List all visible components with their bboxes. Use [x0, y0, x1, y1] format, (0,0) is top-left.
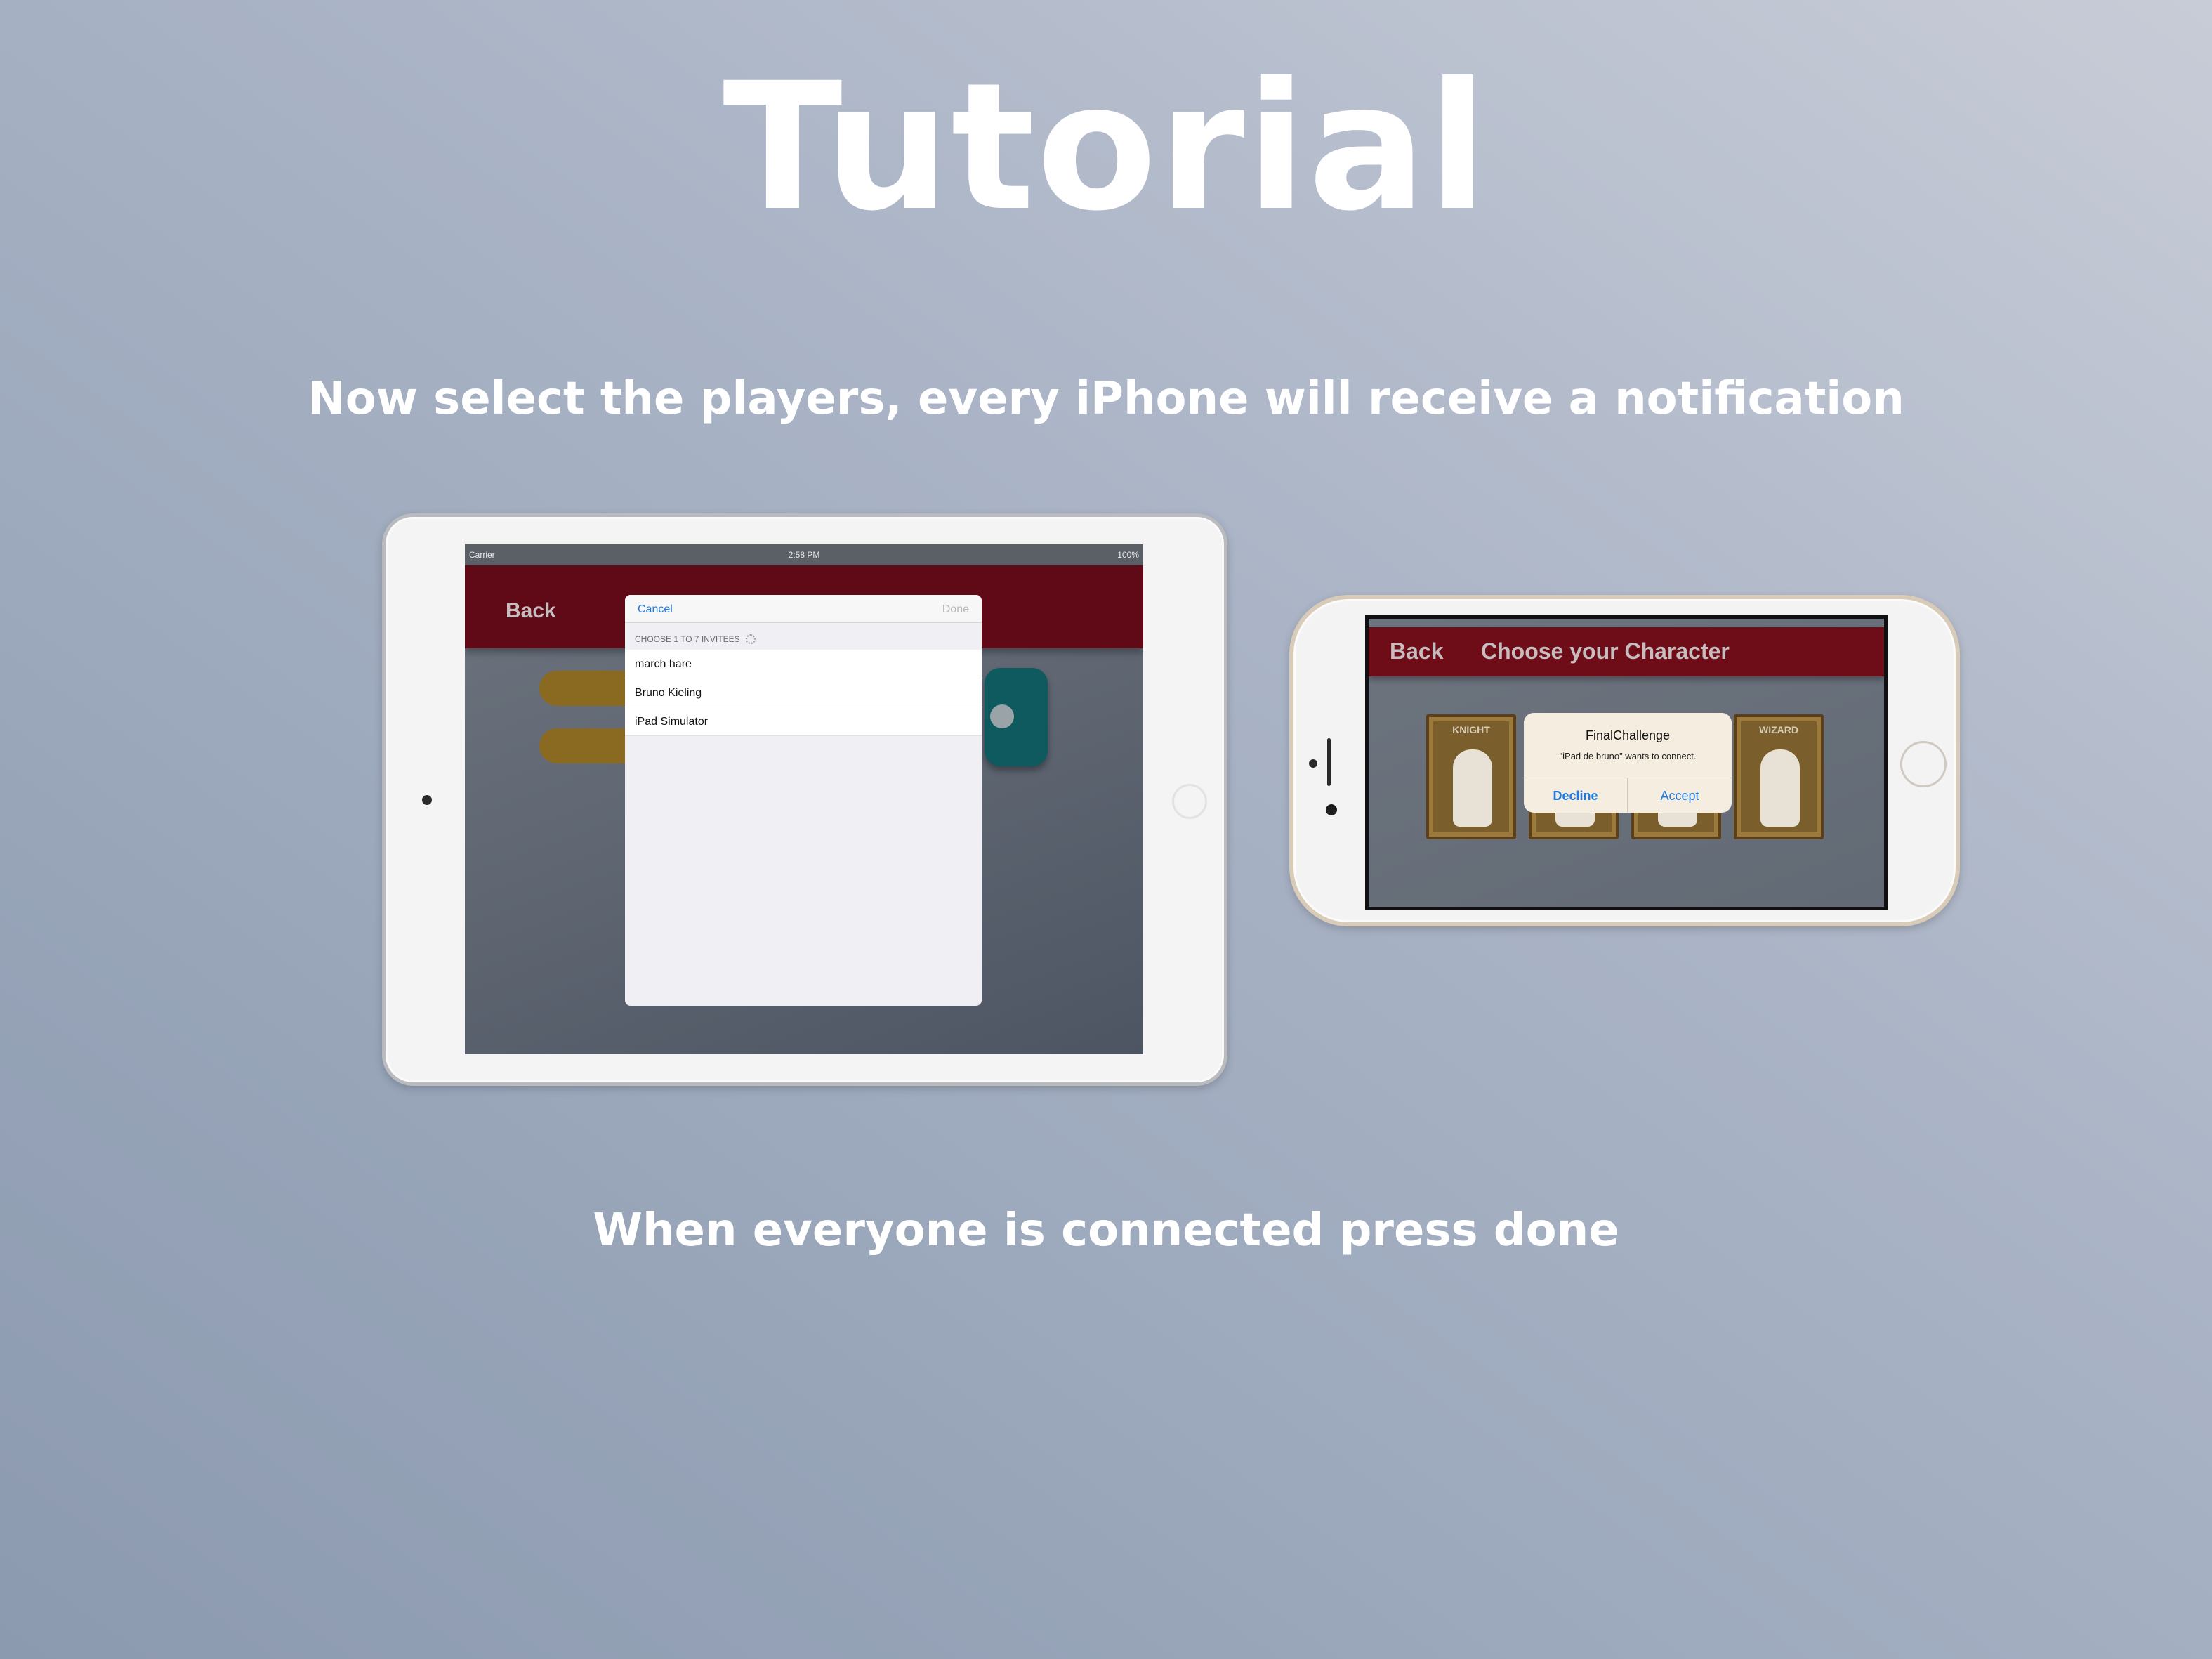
screen-title: Choose your Character [1481, 638, 1730, 664]
slide-subtitle: Now select the players, every iPhone wil… [308, 373, 1904, 425]
iphone-speaker [1327, 738, 1331, 786]
iphone-device: Back Choose your Character KNIGHT WIZARD… [1289, 595, 1960, 926]
card-label: KNIGHT [1452, 724, 1490, 735]
status-bar: Carrier 2:58 PM 100% [465, 544, 1143, 565]
knight-figure-icon [1453, 749, 1492, 827]
done-button[interactable]: Done [942, 603, 969, 616]
player-row[interactable]: iPad Simulator [625, 707, 982, 736]
invitees-section-label: CHOOSE 1 TO 7 INVITEES [635, 634, 740, 644]
connect-alert: FinalChallenge "iPad de bruno" wants to … [1524, 713, 1732, 813]
alert-title: FinalChallenge [1585, 728, 1671, 742]
cancel-button[interactable]: Cancel [638, 603, 673, 616]
player-list: march hare Bruno Kieling iPad Simulator [625, 650, 982, 736]
teal-panel[interactable] [985, 668, 1048, 766]
player-row[interactable]: march hare [625, 650, 982, 678]
ipad-home-button[interactable] [1172, 784, 1207, 819]
slide-title: Tutorial [723, 45, 1489, 249]
back-button[interactable]: Back [506, 599, 556, 623]
invite-sheet: Cancel Done CHOOSE 1 TO 7 INVITEES march… [625, 595, 982, 1006]
card-label: WIZARD [1759, 724, 1798, 735]
iphone-screen: Back Choose your Character KNIGHT WIZARD… [1365, 615, 1888, 910]
status-time: 2:58 PM [788, 550, 820, 560]
wizard-figure-icon [1760, 749, 1800, 827]
accept-button[interactable]: Accept [1628, 778, 1732, 813]
iphone-camera [1309, 759, 1317, 768]
iphone-nav-bar: Back Choose your Character [1369, 627, 1884, 676]
ipad-camera [422, 795, 432, 805]
iphone-sensor [1326, 804, 1337, 815]
spinner-icon [745, 634, 756, 644]
back-button[interactable]: Back [1390, 638, 1444, 664]
decline-button[interactable]: Decline [1524, 778, 1628, 813]
status-battery: 100% [1117, 550, 1139, 560]
character-card-wizard[interactable]: WIZARD [1734, 714, 1824, 839]
player-row[interactable]: Bruno Kieling [625, 678, 982, 707]
ipad-screen: Carrier 2:58 PM 100% Back Cancel Done CH… [465, 544, 1143, 1054]
alert-message: "iPad de bruno" wants to connect. [1559, 751, 1697, 761]
alert-buttons: Decline Accept [1524, 778, 1732, 813]
ipad-device: Carrier 2:58 PM 100% Back Cancel Done CH… [382, 513, 1227, 1086]
character-card-knight[interactable]: KNIGHT [1426, 714, 1516, 839]
invite-sheet-header: Cancel Done [625, 595, 982, 623]
invitees-section-header: CHOOSE 1 TO 7 INVITEES [635, 634, 756, 644]
slide-caption: When everyone is connected press done [593, 1205, 1619, 1257]
circle-icon [990, 704, 1014, 728]
iphone-home-button[interactable] [1900, 741, 1947, 787]
